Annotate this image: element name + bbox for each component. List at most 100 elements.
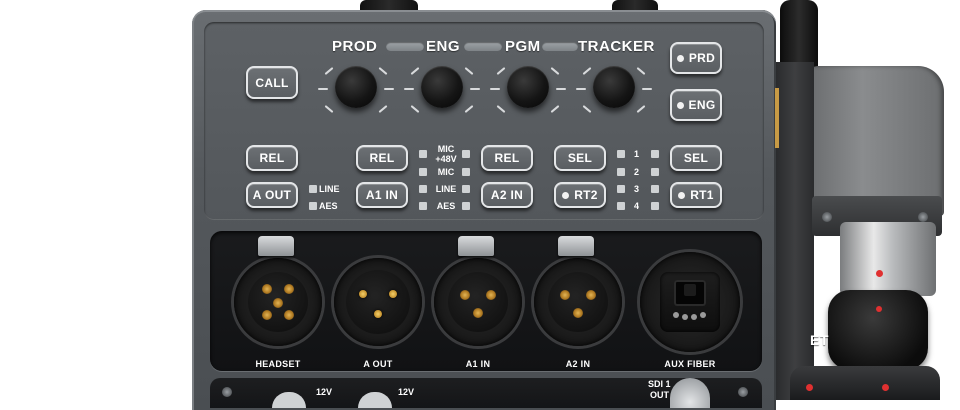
side-module-gold-strip bbox=[775, 88, 779, 148]
connector-pin-icon bbox=[586, 290, 596, 300]
screw-icon bbox=[738, 387, 748, 397]
indicator-led bbox=[617, 185, 625, 193]
rel-button-3[interactable]: REL bbox=[481, 145, 533, 171]
indicator-led bbox=[651, 185, 659, 193]
sel-button-1[interactable]: SEL bbox=[554, 145, 606, 171]
eng-button[interactable]: ENG bbox=[670, 89, 722, 121]
rel-button-2[interactable]: REL bbox=[356, 145, 408, 171]
a-out-connector-face bbox=[346, 270, 410, 334]
indicator-led bbox=[462, 185, 470, 193]
led-dot-icon bbox=[678, 191, 686, 199]
indicator-label-line: LINE bbox=[319, 184, 340, 194]
channel-label-tracker: TRACKER bbox=[578, 38, 655, 55]
cap-led-icon bbox=[876, 306, 882, 312]
a2-in-button[interactable]: A2 IN bbox=[481, 182, 533, 208]
indicator-label-4: 4 bbox=[634, 201, 640, 211]
knob-tick bbox=[410, 105, 420, 113]
screw-icon bbox=[822, 212, 832, 222]
volume-knob-prod[interactable] bbox=[335, 66, 377, 108]
rt2-button[interactable]: RT2 bbox=[554, 182, 606, 208]
rel-button-1[interactable]: REL bbox=[246, 145, 298, 171]
indicator-label-mic: MIC bbox=[437, 167, 455, 177]
latch-icon[interactable] bbox=[458, 236, 494, 256]
status-led-icon bbox=[806, 384, 813, 391]
indicator-led bbox=[651, 150, 659, 158]
fiber-port-icon bbox=[684, 284, 696, 296]
aux-fiber-label: AUX FIBER bbox=[664, 359, 716, 369]
screw-icon bbox=[222, 387, 232, 397]
knob-tick bbox=[556, 88, 566, 90]
indicator-led bbox=[617, 202, 625, 210]
side-module-cap[interactable] bbox=[828, 290, 928, 370]
indicator-label-line-2: LINE bbox=[435, 184, 457, 194]
headset-connector-face bbox=[248, 272, 308, 332]
indicator-led bbox=[617, 150, 625, 158]
latch-icon[interactable] bbox=[258, 236, 294, 256]
a-out-button-label: A OUT bbox=[252, 188, 292, 202]
a1-in-button[interactable]: A1 IN bbox=[356, 182, 408, 208]
knob-tick bbox=[378, 67, 388, 75]
connector-pin-icon bbox=[673, 312, 679, 318]
rel-button-label: REL bbox=[494, 151, 520, 165]
indicator-label-3: 3 bbox=[634, 184, 640, 194]
volume-knob-pgm[interactable] bbox=[507, 66, 549, 108]
indicator-led bbox=[462, 202, 470, 210]
side-module-bracket bbox=[776, 62, 814, 400]
knob-tick bbox=[490, 88, 500, 90]
knob-group-pgm bbox=[490, 58, 566, 120]
rt1-button[interactable]: RT1 bbox=[670, 182, 722, 208]
sel-button-label: SEL bbox=[683, 151, 709, 165]
volume-knob-tracker[interactable] bbox=[593, 66, 635, 108]
indicator-led bbox=[462, 150, 470, 158]
indicator-label-2: 2 bbox=[634, 167, 640, 177]
knob-group-prod bbox=[318, 58, 394, 120]
rt1-button-label: RT1 bbox=[690, 188, 714, 202]
knob-tick bbox=[324, 67, 334, 75]
knob-tick bbox=[550, 105, 560, 113]
indicator-led bbox=[462, 168, 470, 176]
channel-label-eng: ENG bbox=[426, 38, 461, 55]
prd-button[interactable]: PRD bbox=[670, 42, 722, 74]
indicator-led bbox=[617, 168, 625, 176]
knob-tick bbox=[636, 67, 646, 75]
power-label-2: 12V bbox=[398, 387, 415, 397]
latch-icon[interactable] bbox=[558, 236, 594, 256]
screw-icon bbox=[918, 212, 928, 222]
connector-pin-icon bbox=[374, 310, 382, 318]
channel-led-pgm bbox=[542, 42, 578, 51]
knob-tick bbox=[582, 67, 592, 75]
indicator-led bbox=[651, 202, 659, 210]
knob-tick bbox=[636, 105, 646, 113]
side-module-housing bbox=[808, 66, 944, 216]
knob-tick bbox=[464, 67, 474, 75]
a1-in-button-label: A1 IN bbox=[365, 188, 399, 202]
indicator-label-1: 1 bbox=[634, 149, 640, 159]
connector-pin-icon bbox=[700, 312, 706, 318]
a-out-button[interactable]: A OUT bbox=[246, 182, 298, 208]
status-led-icon bbox=[876, 270, 883, 277]
connector-pin-icon bbox=[359, 290, 367, 298]
knob-tick bbox=[582, 105, 592, 113]
knob-tick bbox=[384, 88, 394, 90]
indicator-label-aes-2: AES bbox=[436, 201, 456, 211]
connector-pin-icon bbox=[473, 308, 483, 318]
a1-in-label: A1 IN bbox=[465, 359, 491, 369]
knob-tick bbox=[550, 67, 560, 75]
power-label-1: 12V bbox=[316, 387, 333, 397]
led-dot-icon bbox=[562, 191, 570, 199]
knob-tick bbox=[642, 88, 652, 90]
connector-pin-icon bbox=[682, 314, 688, 320]
side-module-lower-cable bbox=[790, 366, 940, 400]
call-button[interactable]: CALL bbox=[246, 66, 298, 99]
led-dot-icon bbox=[676, 54, 684, 62]
rel-button-label: REL bbox=[259, 151, 285, 165]
volume-knob-eng[interactable] bbox=[421, 66, 463, 108]
channel-led-prod bbox=[386, 42, 424, 51]
a2-in-button-label: A2 IN bbox=[490, 188, 524, 202]
sel-button-2[interactable]: SEL bbox=[670, 145, 722, 171]
knob-tick bbox=[378, 105, 388, 113]
aux-fiber-connector-face bbox=[660, 272, 720, 332]
side-module-label: ET bbox=[810, 332, 829, 348]
knob-tick bbox=[324, 105, 334, 113]
rel-button-label: REL bbox=[369, 151, 395, 165]
